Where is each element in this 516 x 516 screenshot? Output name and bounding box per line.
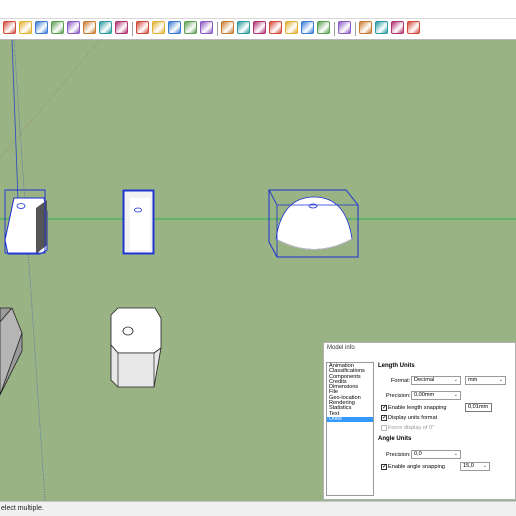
category-item[interactable]: Units [327,416,373,423]
length-snapping-input[interactable]: 0,01mm [465,403,492,412]
force-display-label: Force display of 0" [388,425,435,431]
unit-select[interactable]: mm ⌄ [465,376,506,385]
block-4[interactable] [0,307,23,396]
dialog-title: Model info [327,345,355,351]
layers-icon[interactable] [168,21,181,34]
angle-precision-label: Precision: [386,452,411,458]
angle-snapping-checkbox[interactable]: ✓ [381,464,387,470]
search-icon[interactable] [99,21,112,34]
unit-value: mm [468,377,478,383]
toolbar-row [0,18,516,40]
view-front-icon[interactable] [269,21,282,34]
toolbar-separator [334,22,335,36]
angle-snapping-select[interactable]: 15,0 ⌄ [460,462,490,471]
orbit-icon[interactable] [338,21,351,34]
display-units-checkbox[interactable]: ✓ [381,415,387,421]
extension-icon[interactable] [375,21,388,34]
selected-block-2[interactable] [122,189,155,255]
chevron-down-icon: ⌄ [453,451,458,457]
view-left-icon[interactable] [317,21,330,34]
status-text: elect multiple. [1,505,44,512]
force-display-checkbox [381,425,387,431]
3d-warehouse-icon[interactable] [391,21,404,34]
chevron-down-icon: ⌄ [453,377,458,383]
category-list[interactable]: Animation Classifications Components Credit… [326,362,374,496]
section-icon[interactable] [200,21,213,34]
format-value: Decimal [414,377,435,383]
blue-axis [11,40,19,201]
length-units-title: Length Units [378,363,415,369]
component-icon[interactable] [67,21,80,34]
warehouse-icon[interactable] [359,21,372,34]
shadow-icon[interactable] [184,21,197,34]
chevron-down-icon: ⌄ [482,463,487,469]
view-right-icon[interactable] [285,21,298,34]
text-icon[interactable] [35,21,48,34]
display-units-label: Display units format [388,415,438,421]
view-top-icon[interactable] [253,21,266,34]
toolbar-separator [355,22,356,36]
precision-select[interactable]: 0,00mm ⌄ [411,391,461,400]
precision-value: 0,00mm [414,392,435,398]
scenes-icon[interactable] [136,21,149,34]
view-back-icon[interactable] [301,21,314,34]
angle-snapping-value: 15,0 [463,463,474,469]
toolbar [0,0,516,40]
length-snapping-label: Enable length snapping [388,405,447,411]
format-label: Format: [391,378,411,384]
delete-icon[interactable] [115,21,128,34]
angle-precision-value: 0,0 [414,451,422,457]
status-bar: elect multiple. [0,501,516,516]
3d-text-icon[interactable] [51,21,64,34]
angle-precision-select[interactable]: 0,0 ⌄ [411,450,461,459]
select-icon[interactable] [3,21,16,34]
block-5[interactable] [110,307,162,388]
selected-dome[interactable] [268,189,359,258]
model-info-dialog: Model info Animation Classifications Compo… [323,342,516,500]
angle-units-title: Angle Units [378,436,412,442]
format-select[interactable]: Decimal ⌄ [411,376,461,385]
length-snapping-checkbox[interactable]: ✓ [381,405,387,411]
styles-icon[interactable] [152,21,165,34]
chevron-down-icon: ⌄ [498,377,503,383]
selected-block-1[interactable] [4,189,48,255]
paint-icon[interactable] [83,21,96,34]
angle-snapping-label: Enable angle snapping [388,464,445,470]
blue-axis-dotted [13,40,46,501]
precision-label: Precision: [386,393,411,399]
toolbar-separator [217,22,218,36]
toolbar-separator [132,22,133,36]
paint-bucket-icon[interactable] [19,21,32,34]
view-iso-icon[interactable] [237,21,250,34]
material-icon[interactable] [221,21,234,34]
chevron-down-icon: ⌄ [453,392,458,398]
sandbox-icon[interactable] [407,21,420,34]
